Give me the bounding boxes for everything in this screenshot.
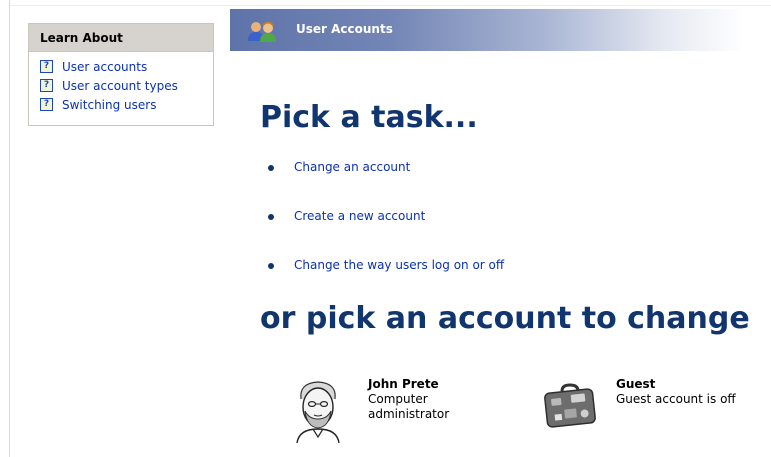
help-icon: ? [40, 79, 53, 92]
learn-about-list: ? User accounts ? User account types ? S… [29, 52, 213, 114]
suitcase-avatar-icon [540, 377, 600, 437]
user-accounts-window: Learn About ? User accounts ? User accou… [0, 0, 771, 457]
account-role: Computer administrator [368, 392, 450, 421]
learn-item-user-account-types[interactable]: ? User account types [40, 76, 213, 95]
learn-item-user-accounts[interactable]: ? User accounts [40, 57, 213, 76]
page-title: User Accounts [296, 22, 393, 36]
task-item-change-account: Change an account [268, 160, 504, 209]
account-role: Guest account is off [616, 392, 736, 406]
help-icon: ? [40, 98, 53, 111]
page-title-bar: User Accounts [230, 9, 771, 51]
learn-about-panel: Learn About ? User accounts ? User accou… [28, 23, 214, 126]
portrait-avatar-icon [287, 377, 349, 443]
learn-item-label: User accounts [62, 59, 148, 74]
learn-item-switching-users[interactable]: ? Switching users [40, 95, 213, 114]
learn-item-label: User account types [62, 78, 178, 93]
bullet-icon [268, 263, 274, 269]
learn-about-header: Learn About [29, 24, 213, 52]
change-account-link[interactable]: Change an account [294, 160, 410, 174]
account-info: Guest Guest account is off [616, 377, 756, 437]
help-icon: ? [40, 60, 53, 73]
user-accounts-icon [248, 21, 276, 42]
pick-account-heading: or pick an account to change [260, 301, 750, 336]
task-item-create-account: Create a new account [268, 209, 504, 258]
account-name: Guest [616, 377, 656, 391]
window-top-edge [0, 0, 771, 6]
bullet-icon [268, 165, 274, 171]
change-logon-link[interactable]: Change the way users log on or off [294, 258, 504, 272]
create-account-link[interactable]: Create a new account [294, 209, 425, 223]
account-name: John Prete [368, 377, 439, 391]
bullet-icon [268, 214, 274, 220]
account-tile-john-prete[interactable]: John Prete Computer administrator [287, 377, 458, 443]
pick-task-heading: Pick a task... [260, 100, 478, 135]
learn-item-label: Switching users [62, 97, 157, 112]
task-list: Change an account Create a new account C… [268, 160, 504, 307]
task-item-logon-logoff: Change the way users log on or off [268, 258, 504, 307]
account-tile-guest[interactable]: Guest Guest account is off [540, 377, 756, 437]
account-info: John Prete Computer administrator [368, 377, 458, 443]
window-left-edge [0, 0, 10, 457]
